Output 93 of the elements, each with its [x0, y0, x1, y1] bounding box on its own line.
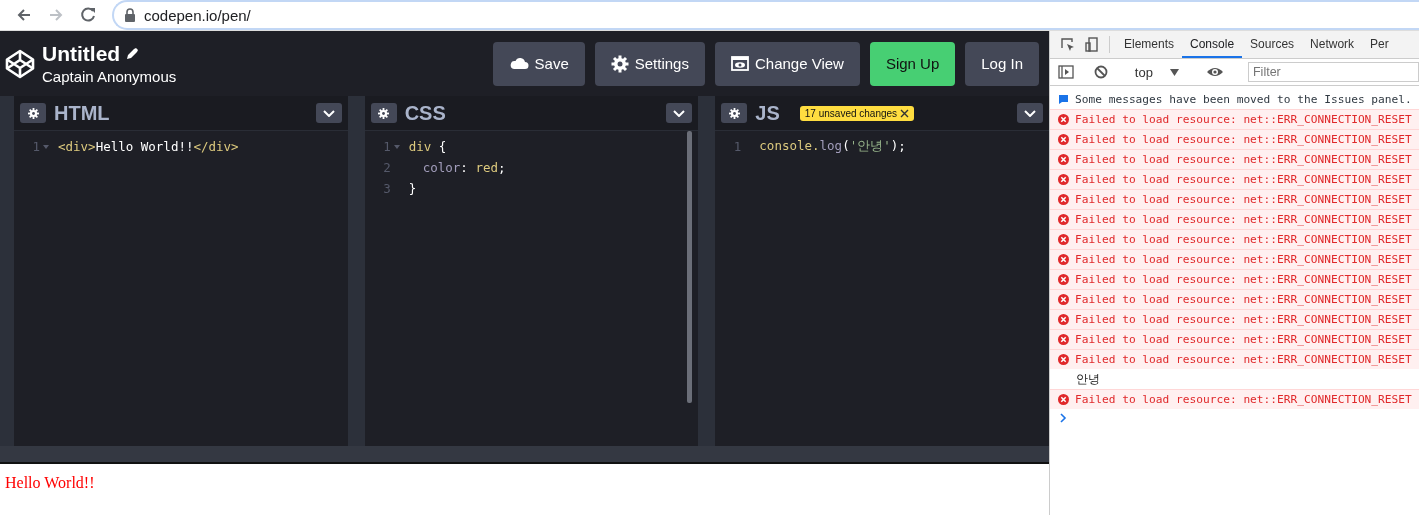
forward-arrow-icon — [48, 8, 64, 22]
author-name: Captain Anonymous — [42, 68, 178, 85]
clear-console-icon[interactable] — [1094, 65, 1109, 79]
context-dropdown[interactable]: top — [1128, 63, 1186, 81]
code-line: <div>Hello World!!</div> — [57, 139, 239, 154]
back-arrow-icon — [16, 8, 32, 22]
settings-button[interactable]: Settings — [594, 41, 705, 86]
console-message: Failed to load resource: net::ERR_CONNECTION_RESET — [1075, 153, 1412, 166]
window-eye-icon — [730, 54, 749, 73]
line-number: 3 — [382, 181, 391, 196]
devtools-tab[interactable]: Network — [1302, 31, 1363, 58]
gear-icon — [728, 107, 740, 119]
error-icon — [1058, 114, 1069, 125]
error-icon — [1058, 214, 1069, 225]
console-message: Failed to load resource: net::ERR_CONNECTION_RESET — [1075, 273, 1412, 286]
editor-title: HTML — [54, 101, 110, 125]
settings-button[interactable] — [20, 103, 46, 123]
settings-button[interactable] — [721, 103, 748, 123]
line-number: 1 — [732, 139, 742, 154]
editor-title: JS — [755, 101, 780, 125]
error-icon — [1058, 294, 1069, 305]
gear-icon — [27, 107, 39, 119]
code-line: } — [407, 181, 417, 196]
console-message: Failed to load resource: net::ERR_CONNECTION_RESET — [1075, 353, 1412, 366]
message-icon — [1058, 94, 1069, 105]
dropdown-arrow-icon — [1170, 68, 1180, 76]
error-icon — [1058, 314, 1069, 325]
lock-icon — [124, 8, 136, 22]
gear-icon — [378, 107, 390, 119]
console-message: Failed to load resource: net::ERR_CONNECTION_RESET — [1075, 253, 1412, 266]
error-icon — [1058, 194, 1069, 205]
console-message: Failed to load resource: net::ERR_CONNECTION_RESET — [1075, 233, 1412, 246]
sidebar-toggle-icon[interactable] — [1058, 65, 1074, 79]
console-message: Failed to load resource: net::ERR_CONNECTION_RESET — [1075, 293, 1412, 306]
preview-text: Hello World!! — [5, 474, 95, 491]
code-area[interactable]: 1 <div>Hello World!!</div> — [14, 131, 348, 446]
unsaved-changes-badge[interactable]: 17 unsaved changes — [799, 105, 915, 121]
prompt-chevron-icon[interactable] — [1060, 413, 1067, 423]
devtools-tab[interactable]: Sources — [1242, 31, 1303, 58]
code-line: color: red; — [421, 160, 506, 175]
error-icon — [1058, 394, 1069, 405]
eye-icon[interactable] — [1205, 65, 1224, 79]
error-icon — [1058, 254, 1069, 265]
console-message: Failed to load resource: net::ERR_CONNECTION_RESET — [1075, 133, 1412, 146]
chevron-down-icon — [1024, 109, 1036, 117]
error-icon — [1058, 274, 1069, 285]
console-message: 안녕 — [1076, 371, 1100, 388]
console-message: Failed to load resource: net::ERR_CONNECTION_RESET — [1075, 193, 1412, 206]
devtools-tab[interactable]: Elements — [1116, 31, 1183, 58]
line-number: 2 — [382, 160, 391, 175]
cube-logo-icon[interactable] — [4, 47, 36, 80]
console-message: Failed to load resource: net::ERR_CONNECTION_RESET — [1075, 113, 1412, 126]
console-message: Failed to load resource: net::ERR_CONNECTION_RESET — [1075, 173, 1412, 186]
inspect-icon[interactable] — [1061, 37, 1075, 52]
devtools-tab[interactable]: Per — [1362, 31, 1389, 58]
chevron-down-icon — [322, 109, 335, 117]
address-field[interactable]: codepen.io/pen/ — [112, 0, 1419, 30]
chevron-down-icon — [673, 109, 686, 117]
error-icon — [1058, 334, 1069, 345]
pen-title: Untitled — [42, 42, 121, 66]
console-message: Failed to load resource: net::ERR_CONNECTION_RESET — [1075, 393, 1412, 406]
pencil-icon[interactable] — [125, 47, 140, 61]
code-line: console.log('안녕'); — [758, 138, 906, 155]
filter-field[interactable]: Filter — [1248, 62, 1419, 82]
console-message: Failed to load resource: net::ERR_CONNECTION_RESET — [1075, 213, 1412, 226]
settings-button[interactable] — [370, 103, 397, 123]
error-icon — [1058, 174, 1069, 185]
dropdown-button[interactable] — [315, 103, 342, 123]
fold-arrow-icon[interactable] — [43, 144, 49, 149]
editor-title: CSS — [404, 101, 446, 125]
console-message: Some messages have been moved to the Issues panel. — [1075, 93, 1412, 106]
device-toolbar-icon[interactable] — [1085, 37, 1098, 52]
save-button[interactable]: Save — [492, 41, 585, 86]
code-line: div { — [407, 139, 447, 154]
scrollbar[interactable] — [687, 131, 693, 403]
error-icon — [1058, 134, 1069, 145]
line-number: 1 — [382, 139, 391, 154]
reload-icon — [80, 7, 96, 23]
devtools-tab[interactable]: Console — [1182, 31, 1243, 58]
dropdown-button[interactable] — [1017, 103, 1043, 123]
error-icon — [1058, 154, 1069, 165]
console-message: Failed to load resource: net::ERR_CONNECTION_RESET — [1075, 333, 1412, 346]
error-icon — [1058, 354, 1069, 365]
code-area[interactable]: 1 console.log('안녕'); — [715, 131, 1049, 446]
view-button[interactable]: Change View — [714, 41, 860, 86]
login-button[interactable]: Log In — [965, 41, 1039, 86]
dropdown-button[interactable] — [666, 103, 693, 123]
line-number: 1 — [31, 139, 40, 154]
close-icon — [900, 108, 910, 118]
fold-arrow-icon[interactable] — [393, 144, 400, 149]
signup-button[interactable]: Sign Up — [869, 41, 956, 86]
console-message: Failed to load resource: net::ERR_CONNECTION_RESET — [1075, 313, 1412, 326]
error-icon — [1058, 234, 1069, 245]
